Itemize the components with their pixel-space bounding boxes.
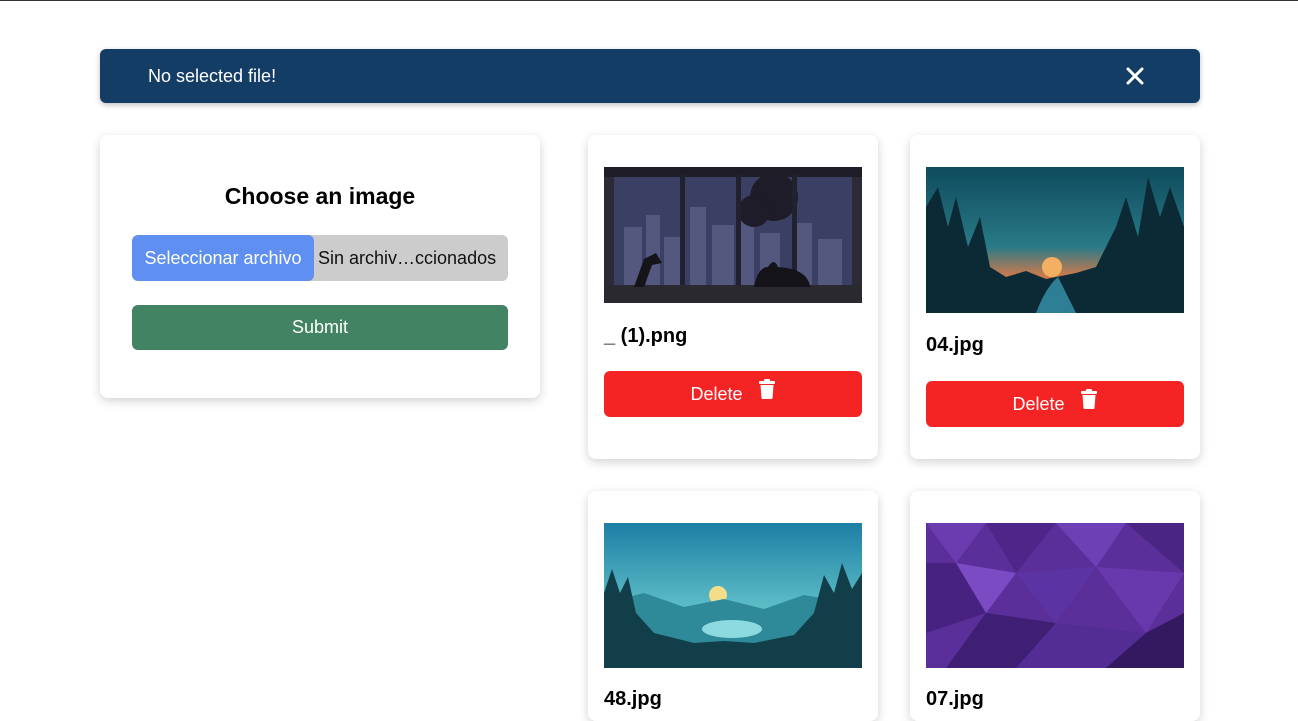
image-name: 07.jpg: [926, 688, 984, 710]
trash-icon: [1080, 380, 1098, 426]
image-thumbnail: [604, 523, 862, 668]
image-card: 07.jpg: [910, 491, 1200, 721]
delete-button[interactable]: Delete: [604, 371, 862, 417]
close-icon[interactable]: [1124, 65, 1146, 87]
top-border: [0, 0, 1298, 1]
upload-title: Choose an image: [224, 183, 416, 209]
image-card: 48.jpg: [588, 491, 878, 721]
submit-button[interactable]: Submit: [132, 305, 508, 350]
delete-button[interactable]: Delete: [926, 381, 1184, 427]
alert-message: No selected file!: [148, 66, 277, 86]
image-thumbnail: [604, 167, 862, 303]
image-name: 48.jpg: [604, 688, 662, 710]
image-card: 04.jpg Delete: [910, 135, 1200, 459]
delete-label: Delete: [1012, 394, 1065, 414]
alert-banner: No selected file!: [100, 49, 1200, 103]
image-thumbnail: [926, 523, 1184, 668]
upload-card: Choose an image Seleccionar archivo Sin …: [100, 135, 540, 398]
image-name: 04.jpg: [926, 334, 984, 356]
file-input[interactable]: Seleccionar archivo Sin archiv…ccionados: [132, 235, 508, 281]
trash-icon: [758, 370, 776, 416]
image-name: _ (1).png: [604, 325, 688, 347]
file-status: Sin archiv…ccionados: [318, 248, 497, 268]
delete-label: Delete: [690, 384, 743, 404]
choose-file-button[interactable]: Seleccionar archivo: [132, 235, 314, 281]
image-card: _ (1).png Delete: [588, 135, 878, 459]
image-thumbnail: [926, 167, 1184, 313]
